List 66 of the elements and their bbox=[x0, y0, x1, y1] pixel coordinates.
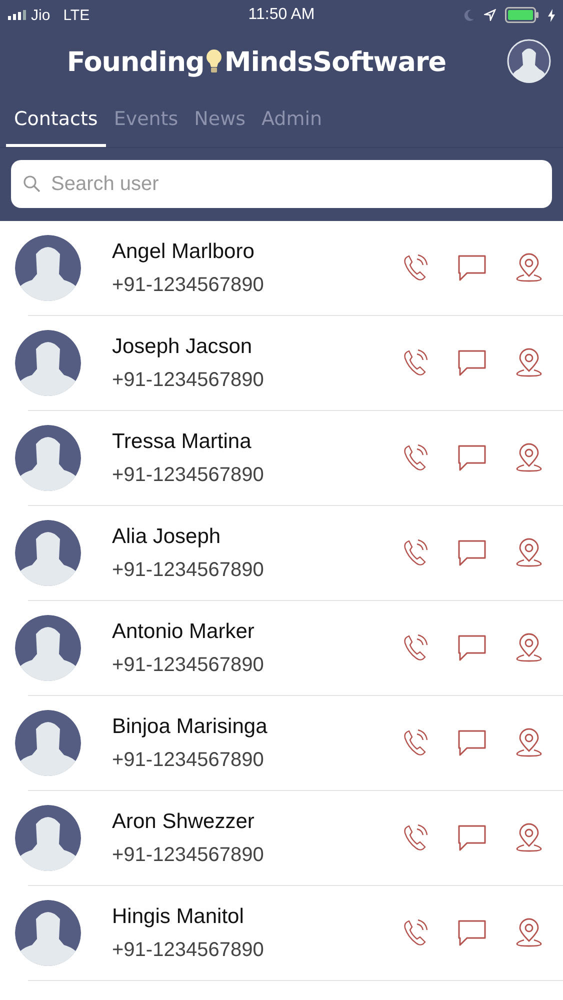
contact-phone: +91-1234567890 bbox=[112, 938, 265, 962]
nav-tab[interactable]: Events bbox=[106, 94, 186, 147]
contact-name: Antonio Marker bbox=[112, 620, 256, 644]
search-icon bbox=[23, 175, 41, 193]
phone-icon[interactable] bbox=[403, 729, 429, 757]
brand-name: MindsSoftware bbox=[224, 46, 446, 78]
contact-name: Binjoa Marisinga bbox=[112, 714, 268, 738]
chat-bubble-icon[interactable] bbox=[457, 634, 487, 662]
contact-phone: +91-1234567890 bbox=[112, 748, 265, 772]
avatar-icon bbox=[14, 804, 82, 872]
avatar-icon bbox=[14, 519, 82, 587]
nav-tab[interactable]: News bbox=[186, 94, 254, 147]
chat-bubble-icon[interactable] bbox=[457, 919, 487, 947]
contact-phone: +91-1234567890 bbox=[112, 654, 265, 676]
nav-tab[interactable]: Contacts bbox=[6, 94, 106, 147]
map-pin-icon[interactable] bbox=[515, 633, 543, 663]
brand-name: Founding bbox=[66, 46, 204, 78]
phone-icon[interactable] bbox=[403, 349, 429, 377]
clock-time: 11:50 AM bbox=[248, 6, 315, 24]
signal-icon bbox=[8, 10, 26, 20]
avatar-icon bbox=[14, 614, 82, 682]
chat-bubble-icon[interactable] bbox=[457, 729, 487, 757]
phone-icon[interactable] bbox=[403, 919, 429, 947]
phone-icon[interactable] bbox=[403, 634, 429, 662]
carrier-name: Jio bbox=[31, 6, 50, 24]
contact-phone: +91-1234567890 bbox=[112, 464, 265, 486]
location-arrow-icon bbox=[484, 9, 496, 21]
contact-name: Hingis Manitol bbox=[112, 904, 245, 928]
map-pin-icon[interactable] bbox=[515, 918, 543, 948]
avatar-icon bbox=[14, 234, 82, 302]
map-pin-icon[interactable] bbox=[515, 348, 543, 378]
charging-icon bbox=[548, 8, 555, 22]
chat-bubble-icon[interactable] bbox=[457, 254, 487, 282]
battery-icon bbox=[504, 7, 539, 23]
phone-icon[interactable] bbox=[403, 824, 429, 852]
contact-phone: +91-1234567890 bbox=[112, 558, 265, 582]
contact-name: Tressa Martina bbox=[112, 430, 252, 454]
avatar-icon bbox=[14, 424, 82, 492]
chat-bubble-icon[interactable] bbox=[457, 824, 487, 852]
contact-name: Angel Marlboro bbox=[112, 240, 256, 264]
map-pin-icon[interactable] bbox=[515, 728, 543, 758]
lightbulb-icon bbox=[206, 49, 222, 75]
map-pin-icon[interactable] bbox=[515, 823, 543, 853]
moon-icon bbox=[464, 9, 475, 21]
contact-phone: +91-1234567890 bbox=[112, 368, 265, 392]
phone-icon[interactable] bbox=[403, 254, 429, 282]
contact-phone: +91-1234567890 bbox=[112, 274, 265, 296]
contact-name: Aron Shwezzer bbox=[112, 810, 256, 834]
map-pin-icon[interactable] bbox=[515, 538, 543, 568]
map-pin-icon[interactable] bbox=[515, 443, 543, 473]
avatar-icon bbox=[14, 709, 82, 777]
chat-bubble-icon[interactable] bbox=[457, 539, 487, 567]
profile-avatar[interactable] bbox=[507, 39, 551, 83]
map-pin-icon[interactable] bbox=[515, 253, 543, 283]
chat-bubble-icon[interactable] bbox=[457, 349, 487, 377]
chat-bubble-icon[interactable] bbox=[457, 444, 487, 472]
avatar-icon bbox=[14, 899, 82, 967]
network-type: LTE bbox=[63, 6, 90, 24]
contact-name: Joseph Jacson bbox=[112, 334, 254, 358]
search-field[interactable]: Search user bbox=[11, 160, 552, 208]
nav-tab[interactable]: Admin bbox=[254, 94, 330, 147]
contact-phone: +91-1234567890 bbox=[112, 844, 265, 866]
avatar-icon bbox=[14, 329, 82, 397]
contact-name: Alia Joseph bbox=[112, 524, 222, 548]
phone-icon[interactable] bbox=[403, 539, 429, 567]
phone-icon[interactable] bbox=[403, 444, 429, 472]
